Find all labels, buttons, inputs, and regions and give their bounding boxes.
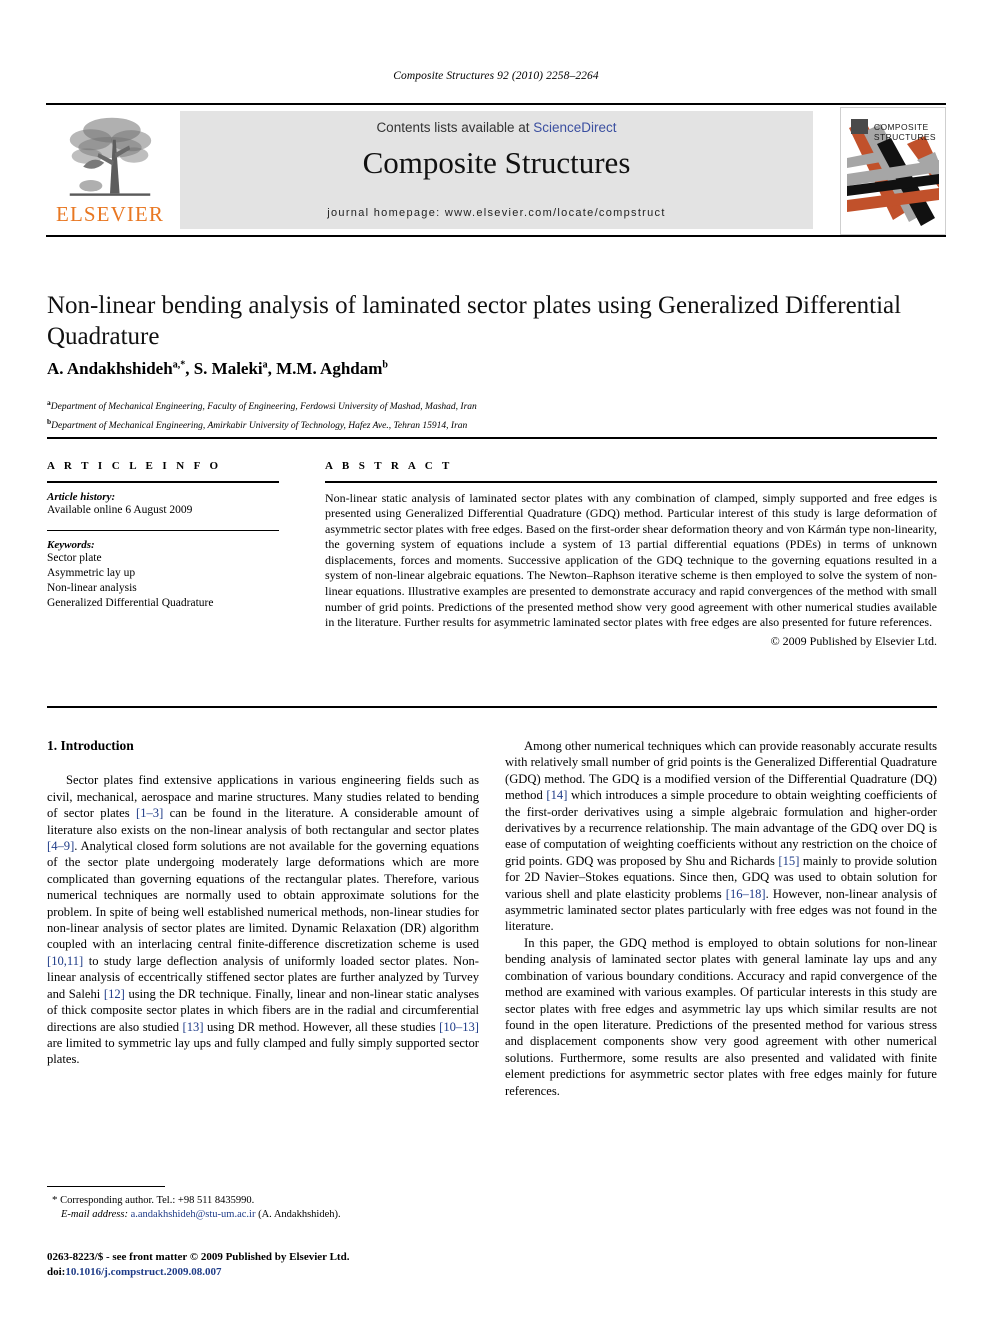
- author-2: , S. Maleki: [185, 359, 263, 378]
- citation-ref[interactable]: [14]: [546, 788, 567, 802]
- affiliation-b: bDepartment of Mechanical Engineering, A…: [47, 415, 937, 434]
- elsevier-tree-icon: [69, 117, 152, 196]
- masthead-top-rule: [46, 103, 946, 105]
- par-text: are limited to symmetric lay ups and ful…: [47, 1035, 479, 1067]
- article-history-value: Available online 6 August 2009: [47, 503, 193, 516]
- section-heading-introduction: 1. Introduction: [47, 738, 134, 753]
- masthead-panel: Contents lists available at ScienceDirec…: [180, 111, 813, 229]
- keywords-label: Keywords:: [47, 538, 95, 551]
- article-history-label: Article history:: [47, 490, 116, 503]
- footnote-email-label: E-mail address:: [61, 1209, 128, 1220]
- footer-doi-line: doi:10.1016/j.compstruct.2009.08.007: [47, 1265, 647, 1280]
- author-1: A. Andakhshideh: [47, 359, 173, 378]
- author-1-sup: a,*: [172, 359, 186, 371]
- footnote-corresponding-text: Corresponding author. Tel.: +98 511 8435…: [60, 1195, 255, 1206]
- elsevier-wordmark: ELSEVIER: [56, 202, 164, 226]
- elsevier-logo: ELSEVIER: [48, 109, 172, 231]
- abstract-copyright: © 2009 Published by Elsevier Ltd.: [770, 633, 937, 648]
- author-3: , M.M. Aghdam: [267, 359, 383, 378]
- footnote-corresponding-line: * Corresponding author. Tel.: +98 511 84…: [47, 1193, 479, 1208]
- keyword-item: Non-linear analysis: [47, 581, 137, 594]
- paragraph-intro-right-1: Among other numerical techniques which c…: [505, 738, 937, 935]
- abstract-rule: [325, 481, 937, 483]
- keyword-item: Sector plate: [47, 551, 102, 564]
- sciencedirect-link[interactable]: ScienceDirect: [533, 120, 616, 135]
- journal-homepage-link[interactable]: journal homepage: www.elsevier.com/locat…: [180, 207, 813, 219]
- band-bottom-rule: [47, 706, 937, 708]
- journal-cover-thumbnail: COMPOSITE STRUCTURES: [840, 107, 946, 235]
- journal-masthead: ELSEVIER Contents lists available at Sci…: [46, 103, 946, 237]
- doi-link[interactable]: 10.1016/j.compstruct.2009.08.007: [65, 1266, 221, 1278]
- citation-ref[interactable]: [12]: [104, 987, 125, 1001]
- affiliation-list: aDepartment of Mechanical Engineering, F…: [47, 396, 937, 433]
- footnote-asterisk-icon: *: [52, 1194, 58, 1206]
- running-head: Composite Structures 92 (2010) 2258–2264: [393, 70, 599, 82]
- masthead-bottom-rule: [46, 235, 946, 237]
- paper-page: Composite Structures 92 (2010) 2258–2264: [0, 0, 992, 1323]
- cover-title-line2: STRUCTURES: [873, 132, 936, 142]
- citation-ref[interactable]: [15]: [778, 854, 799, 868]
- contents-prefix: Contents lists available at: [376, 120, 534, 135]
- citation-ref[interactable]: [4–9]: [47, 839, 74, 853]
- par-text: using DR method. However, all these stud…: [203, 1019, 440, 1034]
- keywords-rule: [47, 529, 279, 531]
- paragraph-intro-left: Sector plates find extensive application…: [47, 772, 479, 1067]
- body-column-left: 1. Introduction Sector plates find exten…: [47, 738, 479, 1068]
- article-info-column: A R T I C L E I N F O Article history: A…: [47, 460, 279, 611]
- affiliation-b-text: Department of Mechanical Engineering, Am…: [51, 420, 468, 431]
- footnote-email-link[interactable]: a.andakhshideh@stu-um.ac.ir: [131, 1209, 256, 1220]
- keyword-item: Asymmetric lay up: [47, 566, 136, 579]
- citation-ref[interactable]: [10–13]: [439, 1020, 479, 1034]
- journal-title: Composite Structures: [362, 145, 631, 180]
- journal-cover-artwork: COMPOSITE STRUCTURES: [847, 114, 939, 228]
- cover-title-line1: COMPOSITE: [873, 122, 929, 132]
- citation-ref[interactable]: [10,11]: [47, 954, 83, 968]
- article-info-rule: [47, 481, 279, 483]
- paragraph-intro-right-2: In this paper, the GDQ method is employe…: [505, 935, 937, 1098]
- band-top-rule: [47, 437, 937, 439]
- abstract-text: Non-linear static analysis of laminated …: [325, 490, 938, 630]
- author-3-sup: b: [382, 359, 388, 371]
- contents-available-line: Contents lists available at ScienceDirec…: [180, 120, 813, 135]
- affiliation-a: aDepartment of Mechanical Engineering, F…: [47, 396, 937, 415]
- article-info-heading: A R T I C L E I N F O: [47, 460, 222, 472]
- doi-label: doi:: [47, 1265, 66, 1278]
- abstract-column: A B S T R A C T Non-linear static analys…: [325, 460, 937, 649]
- keywords-list: Sector plate Asymmetric lay up Non-linea…: [47, 551, 279, 611]
- article-title: Non-linear bending analysis of laminated…: [47, 292, 902, 350]
- citation-ref[interactable]: [1–3]: [136, 806, 163, 820]
- footer-issn-line: 0263-8223/$ - see front matter © 2009 Pu…: [47, 1251, 350, 1263]
- par-text: . Analytical closed form solutions are n…: [47, 839, 479, 952]
- abstract-heading: A B S T R A C T: [325, 460, 453, 472]
- footnote-email-line: E-mail address: a.andakhshideh@stu-um.ac…: [47, 1208, 479, 1222]
- cover-title: COMPOSITE STRUCTURES: [874, 122, 936, 142]
- author-list: A. Andakhshideha,*, S. Malekia, M.M. Agh…: [47, 359, 937, 379]
- corresponding-author-footnote: * Corresponding author. Tel.: +98 511 84…: [47, 1186, 479, 1222]
- cover-publisher-badge: [851, 119, 868, 134]
- keyword-item: Generalized Differential Quadrature: [47, 596, 214, 609]
- page-footer: 0263-8223/$ - see front matter © 2009 Pu…: [47, 1250, 647, 1279]
- citation-ref[interactable]: [13]: [183, 1020, 204, 1034]
- citation-ref[interactable]: [16–18]: [726, 887, 766, 901]
- body-column-right: Among other numerical techniques which c…: [505, 738, 937, 1099]
- footnote-email-owner: (A. Andakhshideh).: [258, 1209, 341, 1220]
- footnote-rule: [47, 1186, 165, 1187]
- affiliation-a-text: Department of Mechanical Engineering, Fa…: [50, 402, 477, 413]
